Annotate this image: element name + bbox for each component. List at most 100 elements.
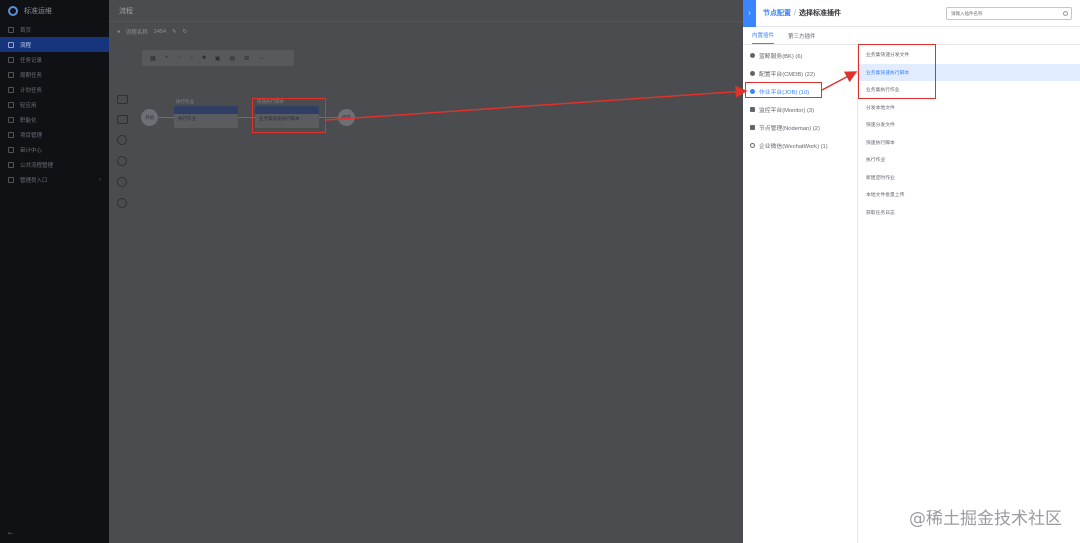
sidebar-item-label: 公共流程管理: [20, 162, 54, 169]
breadcrumb-parent[interactable]: 节点配置: [763, 8, 791, 18]
app-icon: [8, 101, 14, 108]
group-item-monitor[interactable]: 监控平台(Monitor) (3): [743, 100, 857, 118]
back-arrow-icon[interactable]: ◂: [117, 29, 120, 35]
sidebar-item-project[interactable]: 项目管理: [0, 127, 109, 142]
chevron-right-icon: ›: [99, 176, 101, 183]
sidebar-item-label: 流程: [20, 42, 32, 49]
gateway-branch-icon[interactable]: [117, 156, 127, 166]
gateway-parallel-icon[interactable]: [117, 135, 127, 145]
plugin-item[interactable]: 快速执行脚本: [858, 134, 1080, 152]
zoom-out-icon[interactable]: −: [177, 55, 181, 61]
function-icon: [8, 116, 14, 123]
project-icon: [8, 131, 14, 138]
tab-builtin[interactable]: 内置插件: [752, 31, 775, 44]
start-node[interactable]: 开始: [141, 109, 158, 126]
task-node-icon[interactable]: [116, 95, 128, 104]
group-item-cmdb[interactable]: 配置平台(CMDB) (22): [743, 64, 857, 82]
page-title: 流程: [109, 0, 743, 22]
plugin-item[interactable]: 分发本地文件: [858, 99, 1080, 117]
end-node[interactable]: 结束: [338, 109, 355, 126]
plugin-item[interactable]: 本地文件批量上传: [858, 186, 1080, 204]
flow-editor: 流程 ◂ 流程名称 2454 ✎ ↻ ▦ + − − ■ ▣ ▤ ⊞ ↔ 开始 …: [109, 0, 743, 543]
more-icon[interactable]: ↔: [258, 55, 264, 61]
app-sidebar: 标准运维 首页 流程 任务记录 周期任务 计划任务 轻应用 职能化 项目管理 审…: [0, 0, 109, 543]
flow-edge: [157, 117, 174, 118]
flow-version: 2454: [153, 29, 167, 35]
zoom-in-icon[interactable]: +: [165, 55, 169, 61]
refresh-icon[interactable]: ↻: [183, 29, 188, 35]
plugin-item[interactable]: 快速分发文件: [858, 116, 1080, 134]
cmdb-icon: [750, 70, 755, 76]
clock-icon: [8, 71, 14, 78]
plugin-panel: › 节点配置 / 选择标准插件 内置插件 第三方插件 蓝鲸服务(BK) (6) …: [743, 0, 1080, 543]
group-item-wechatwork[interactable]: 企业微信(WechatWork) (1): [743, 136, 857, 154]
public-flow-icon: [8, 161, 14, 168]
sidebar-item-light-app[interactable]: 轻应用: [0, 97, 109, 112]
highlight-box-node: [252, 98, 326, 133]
sidebar-item-label: 首页: [20, 27, 32, 34]
sidebar-item-task-records[interactable]: 任务记录: [0, 52, 109, 67]
group-label: 蓝鲸服务(BK) (6): [759, 53, 803, 60]
sidebar-item-scheduled[interactable]: 计划任务: [0, 82, 109, 97]
sidebar-item-home[interactable]: 首页: [0, 22, 109, 37]
task-node-job[interactable]: 执行作业 执行作业: [174, 99, 238, 128]
audit-icon: [8, 146, 14, 153]
monitor-icon: [750, 106, 755, 112]
sidebar-item-label: 周期任务: [20, 72, 43, 79]
sidebar-item-label: 职能化: [20, 117, 37, 124]
node-label: 执行作业: [178, 116, 196, 121]
nodeman-icon: [750, 124, 755, 130]
brand-name: 标准运维: [24, 8, 52, 15]
tab-third-party[interactable]: 第三方插件: [788, 32, 816, 44]
flow-info-bar: ◂ 流程名称 2454 ✎ ↻: [109, 22, 743, 42]
home-icon: [8, 26, 14, 33]
format-icon[interactable]: ⊞: [244, 55, 249, 62]
group-label: 企业微信(WechatWork) (1): [759, 143, 828, 150]
layout-icon[interactable]: ▣: [215, 55, 221, 62]
plugin-item[interactable]: 新建定时作业: [858, 169, 1080, 187]
plugin-tabs: 内置插件 第三方插件: [743, 27, 1080, 45]
sidebar-item-flow[interactable]: 流程: [0, 37, 109, 52]
gateway-converge-icon[interactable]: [117, 177, 127, 187]
select-icon[interactable]: ▤: [230, 55, 236, 62]
sidebar-item-function[interactable]: 职能化: [0, 112, 109, 127]
records-icon: [8, 56, 14, 63]
group-item-bk[interactable]: 蓝鲸服务(BK) (6): [743, 46, 857, 64]
node-title: 执行作业: [176, 99, 194, 104]
group-label: 节点管理(Nodeman) (2): [759, 125, 820, 132]
admin-icon: [8, 176, 14, 183]
collapse-icon[interactable]: ⇤: [8, 530, 13, 537]
search-icon[interactable]: [1063, 11, 1068, 16]
fit-icon[interactable]: ■: [202, 55, 206, 61]
edit-icon[interactable]: ✎: [172, 29, 177, 35]
node-header: [174, 106, 238, 114]
group-label: 配置平台(CMDB) (22): [759, 71, 816, 78]
bk-icon: [750, 52, 755, 58]
grid-icon[interactable]: ▦: [150, 55, 156, 62]
sidebar-item-admin[interactable]: 管理员入口 ›: [0, 172, 109, 187]
wechatwork-icon: [750, 142, 755, 148]
sidebar-item-label: 管理员入口: [20, 177, 48, 184]
breadcrumb-separator: /: [794, 9, 796, 17]
calendar-icon: [8, 86, 14, 93]
sidebar-item-label: 任务记录: [20, 57, 43, 64]
sidebar-item-audit[interactable]: 审计中心: [0, 142, 109, 157]
breadcrumb-current: 选择标准插件: [798, 10, 841, 17]
reset-icon[interactable]: −: [190, 55, 194, 61]
sidebar-item-label: 轻应用: [20, 102, 37, 109]
collapse-panel-button[interactable]: ›: [743, 0, 756, 27]
logo-icon: [8, 6, 18, 16]
canvas-toolbar: ▦ + − − ■ ▣ ▤ ⊞ ↔: [142, 50, 294, 66]
flow-name: 流程名称: [125, 30, 148, 36]
sidebar-item-periodic[interactable]: 周期任务: [0, 67, 109, 82]
group-item-nodeman[interactable]: 节点管理(Nodeman) (2): [743, 118, 857, 136]
plugin-item[interactable]: 获取任务日志: [858, 204, 1080, 222]
brand[interactable]: 标准运维: [0, 0, 109, 22]
gateway-conditional-icon[interactable]: [117, 198, 127, 208]
plugin-item[interactable]: 执行作业: [858, 151, 1080, 169]
subflow-node-icon[interactable]: [116, 115, 128, 124]
node-palette: [114, 95, 130, 208]
sidebar-item-public-flow[interactable]: 公共流程管理: [0, 157, 109, 172]
plugin-group-list: 蓝鲸服务(BK) (6) 配置平台(CMDB) (22) 作业平台(JOB) (…: [743, 46, 857, 154]
search-input[interactable]: [946, 7, 1072, 20]
